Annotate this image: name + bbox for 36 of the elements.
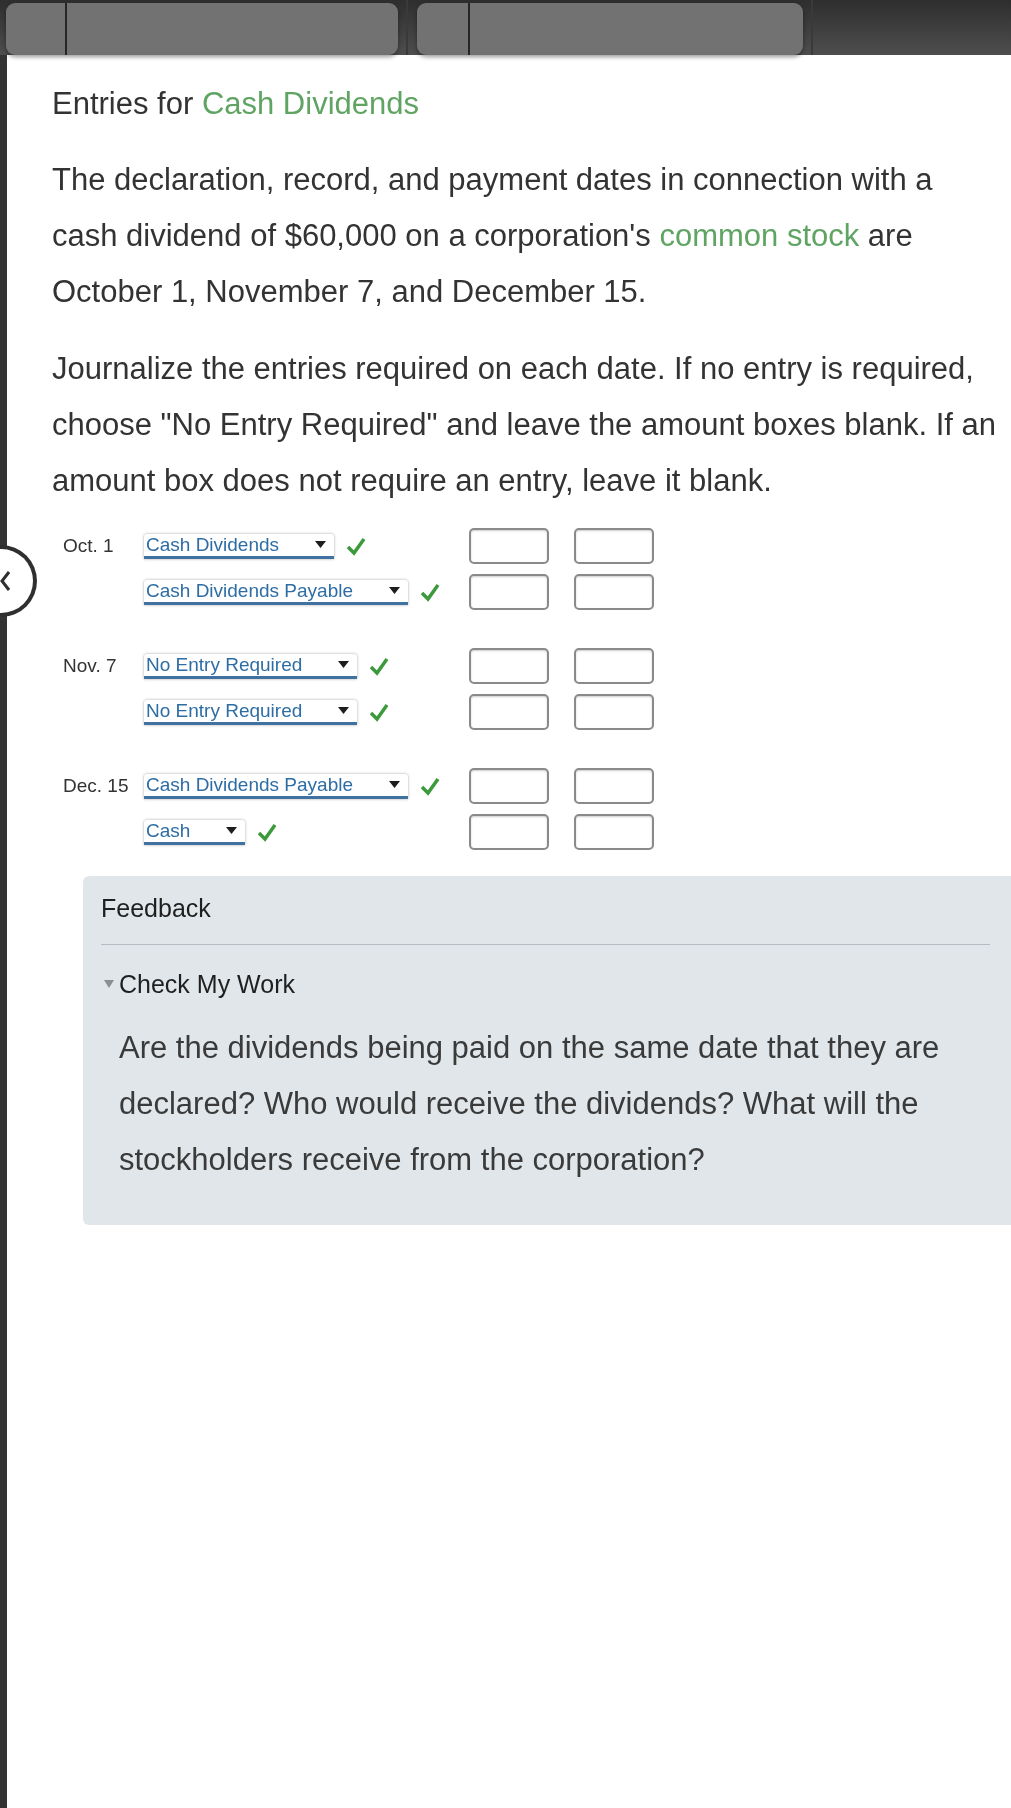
amount-field[interactable] <box>469 648 549 684</box>
amount-field[interactable] <box>574 574 654 610</box>
amount-field[interactable] <box>574 528 654 564</box>
disclosure-toggle[interactable]: Check My Work <box>104 968 295 1000</box>
amount-field[interactable] <box>469 768 549 804</box>
link[interactable]: common stock <box>659 218 860 253</box>
amount-field[interactable] <box>469 574 549 610</box>
hint-text: Are the dividends being paid on the same date that they are declared? Who would receive the dividends? What will the stockholders receive from the corporation? <box>119 1029 941 1179</box>
account-dropdown[interactable]: No Entry Required <box>144 699 358 725</box>
amount-field[interactable] <box>574 694 654 730</box>
amount-field[interactable] <box>574 768 654 804</box>
caret-icon <box>389 781 400 788</box>
amount-field[interactable] <box>469 814 549 850</box>
instructions-text: Journalize the entries required on each date. If no entry is required, choose "No Entry Required" and leave the amount boxes blank. If an amount box does not require an entry, leave it blank. <box>52 350 997 500</box>
link[interactable]: Cash Dividends <box>201 86 419 121</box>
chevron-left-icon <box>0 570 10 592</box>
caret-icon <box>389 587 400 594</box>
account-dropdown[interactable]: Cash Dividends Payable <box>144 579 408 605</box>
caret-icon <box>226 827 238 834</box>
page-title: Entries for Cash Dividends <box>52 85 420 123</box>
account-dropdown[interactable]: Cash <box>144 819 246 845</box>
feedback-heading: Feedback <box>101 893 212 924</box>
entry-date: Nov. 7 <box>63 654 117 676</box>
amount-field[interactable] <box>469 694 549 730</box>
account-dropdown[interactable]: Cash Dividends <box>144 533 335 559</box>
amount-field[interactable] <box>574 648 654 684</box>
amount-field[interactable] <box>574 814 654 850</box>
account-dropdown[interactable]: No Entry Required <box>144 653 358 679</box>
caret-icon <box>338 707 350 714</box>
caret-icon <box>315 541 327 548</box>
caret-icon <box>338 661 350 668</box>
account-dropdown[interactable]: Cash Dividends Payable <box>144 773 408 799</box>
entry-date: Dec. 15 <box>63 774 129 796</box>
entry-date: Oct. 1 <box>63 534 114 556</box>
problem-text: The declaration, record, and payment dates in connection with a cash dividend of $60,000 on a corporation's common stock are October 1, November 7, and December 15. <box>52 161 934 311</box>
amount-field[interactable] <box>469 528 549 564</box>
